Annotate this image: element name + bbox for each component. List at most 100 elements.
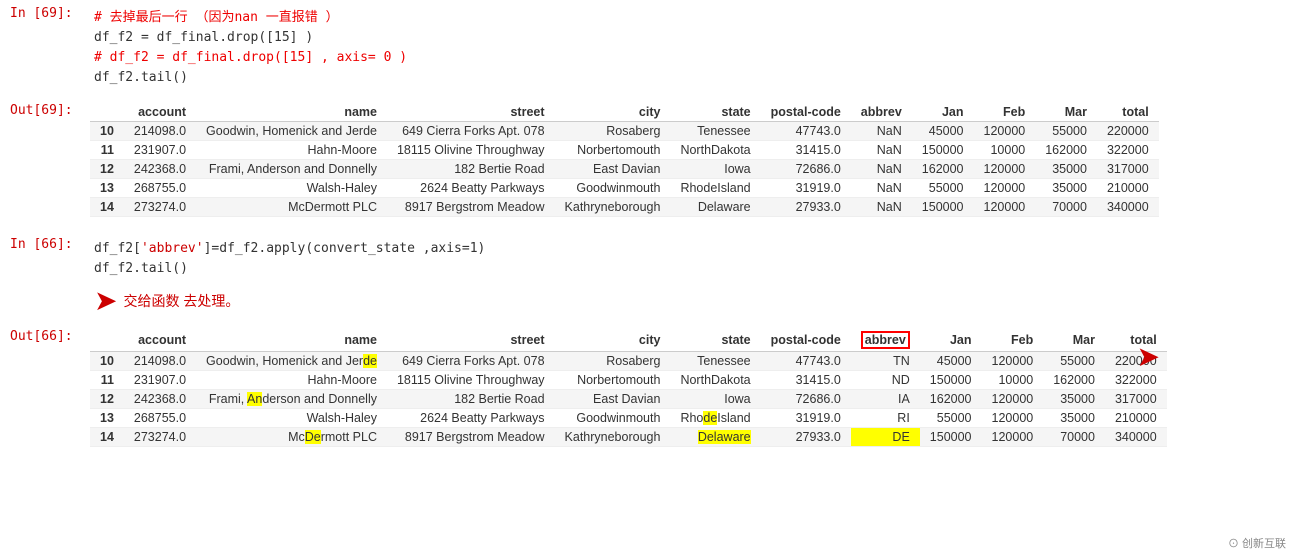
cell-out-69: Out[69]: account name street city state … <box>0 97 1290 223</box>
td-total: 210000 <box>1105 408 1167 427</box>
td-city: Kathryneborough <box>555 427 671 446</box>
td-jan: 55000 <box>920 408 982 427</box>
th-abbrev-highlighted: abbrev <box>851 329 920 352</box>
table-row: 13 268755.0 Walsh-Haley 2624 Beatty Park… <box>90 408 1167 427</box>
td-feb: 120000 <box>974 197 1036 216</box>
td-total: 220000 <box>1097 121 1159 140</box>
df-table-66: account name street city state postal-co… <box>90 329 1167 447</box>
td-jan: 150000 <box>912 140 974 159</box>
td-street: 8917 Bergstrom Meadow <box>387 197 555 216</box>
th-state: state <box>670 329 760 352</box>
arrow-left-icon: ➤ <box>94 287 117 315</box>
td-mar: 55000 <box>1043 351 1105 370</box>
notebook: In [69]: # 去掉最后一行 （因为nan 一直报错 ） df_f2 = … <box>0 0 1290 453</box>
td-name: Frami, Anderson and Donnelly <box>196 389 387 408</box>
td-total: 340000 <box>1097 197 1159 216</box>
table-row: 13 268755.0 Walsh-Haley 2624 Beatty Park… <box>90 178 1159 197</box>
td-mar: 35000 <box>1035 178 1097 197</box>
td-state: Tenessee <box>670 121 760 140</box>
td-state: Iowa <box>670 389 760 408</box>
code-line-2: df_f2 = df_final.drop([15] ) <box>94 28 1290 48</box>
td-name: McDermott PLC <box>196 197 387 216</box>
td-postal: 27933.0 <box>761 427 851 446</box>
td-account: 273274.0 <box>124 197 196 216</box>
td-total: 210000 <box>1097 178 1159 197</box>
th-street: street <box>387 329 555 352</box>
td-account: 273274.0 <box>124 427 196 446</box>
td-index: 14 <box>90 197 124 216</box>
td-feb: 120000 <box>974 159 1036 178</box>
th-state: state <box>670 103 760 122</box>
td-account: 231907.0 <box>124 140 196 159</box>
td-account: 268755.0 <box>124 178 196 197</box>
annotation-text: 交给函数 去处理。 <box>123 291 239 311</box>
td-name: Goodwin, Homenick and Jerde <box>196 121 387 140</box>
td-index: 13 <box>90 408 124 427</box>
td-mar: 35000 <box>1035 159 1097 178</box>
abbrev-col-box: abbrev <box>861 331 910 349</box>
td-name: Goodwin, Homenick and Jerde <box>196 351 387 370</box>
table-header-row-69: account name street city state postal-co… <box>90 103 1159 122</box>
code-block-66: df_f2['abbrev']=df_f2.apply(convert_stat… <box>90 235 1290 283</box>
td-state: RhodeIsland <box>670 408 760 427</box>
td-index: 10 <box>90 351 124 370</box>
td-jan: 162000 <box>920 389 982 408</box>
td-jan: 162000 <box>912 159 974 178</box>
td-abbrev: NaN <box>851 121 912 140</box>
td-city: Kathryneborough <box>555 197 671 216</box>
td-total: 322000 <box>1105 370 1167 389</box>
table-row: 10 214098.0 Goodwin, Homenick and Jerde … <box>90 121 1159 140</box>
td-state: Delaware <box>670 197 760 216</box>
th-jan: Jan <box>920 329 982 352</box>
code-line-66-2: df_f2.tail() <box>94 259 1290 279</box>
td-mar: 162000 <box>1043 370 1105 389</box>
td-abbrev-highlighted: DE <box>851 427 920 446</box>
td-postal: 31415.0 <box>761 370 851 389</box>
td-name: Walsh-Haley <box>196 178 387 197</box>
td-jan: 150000 <box>912 197 974 216</box>
td-street: 2624 Beatty Parkways <box>387 178 555 197</box>
code-block-69: # 去掉最后一行 （因为nan 一直报错 ） df_f2 = df_final.… <box>90 4 1290 93</box>
td-abbrev: ND <box>851 370 920 389</box>
table-row: 11 231907.0 Hahn-Moore 18115 Olivine Thr… <box>90 370 1167 389</box>
th-total: total <box>1097 103 1159 122</box>
td-abbrev: NaN <box>851 197 912 216</box>
cell-66: In [66]: df_f2['abbrev']=df_f2.apply(con… <box>0 231 1290 323</box>
th-index <box>90 329 124 352</box>
th-feb: Feb <box>974 103 1036 122</box>
td-postal: 72686.0 <box>761 389 851 408</box>
td-mar: 35000 <box>1043 389 1105 408</box>
td-postal: 47743.0 <box>761 121 851 140</box>
td-city: Goodwinmouth <box>555 408 671 427</box>
th-abbrev: abbrev <box>851 103 912 122</box>
td-jan: 55000 <box>912 178 974 197</box>
td-index: 13 <box>90 178 124 197</box>
th-street: street <box>387 103 555 122</box>
td-state: Tenessee <box>670 351 760 370</box>
th-postal-code: postal-code <box>761 103 851 122</box>
cell-69: In [69]: # 去掉最后一行 （因为nan 一直报错 ） df_f2 = … <box>0 0 1290 97</box>
logo-text: ⊙ 创新互联 <box>1228 538 1286 550</box>
logo-area: ⊙ 创新互联 <box>1228 535 1286 551</box>
td-city: Norbertomouth <box>555 370 671 389</box>
td-feb: 120000 <box>974 121 1036 140</box>
td-abbrev: NaN <box>851 178 912 197</box>
td-jan: 150000 <box>920 427 982 446</box>
td-city: Rosaberg <box>555 121 671 140</box>
td-total: 317000 <box>1105 389 1167 408</box>
td-abbrev: NaN <box>851 140 912 159</box>
td-street: 18115 Olivine Throughway <box>387 370 555 389</box>
td-account: 268755.0 <box>124 408 196 427</box>
td-mar: 55000 <box>1035 121 1097 140</box>
table-row: 14 273274.0 McDermott PLC 8917 Bergstrom… <box>90 197 1159 216</box>
td-state: Delaware <box>670 427 760 446</box>
cell-out-66: Out[66]: account name street city state … <box>0 323 1290 453</box>
th-feb: Feb <box>982 329 1044 352</box>
out-content-66: account name street city state postal-co… <box>90 323 1290 453</box>
td-total: 340000 <box>1105 427 1167 446</box>
td-postal: 31919.0 <box>761 178 851 197</box>
td-total: 317000 <box>1097 159 1159 178</box>
th-mar: Mar <box>1043 329 1105 352</box>
table-body-66: 10 214098.0 Goodwin, Homenick and Jerde … <box>90 351 1167 446</box>
td-abbrev: TN <box>851 351 920 370</box>
